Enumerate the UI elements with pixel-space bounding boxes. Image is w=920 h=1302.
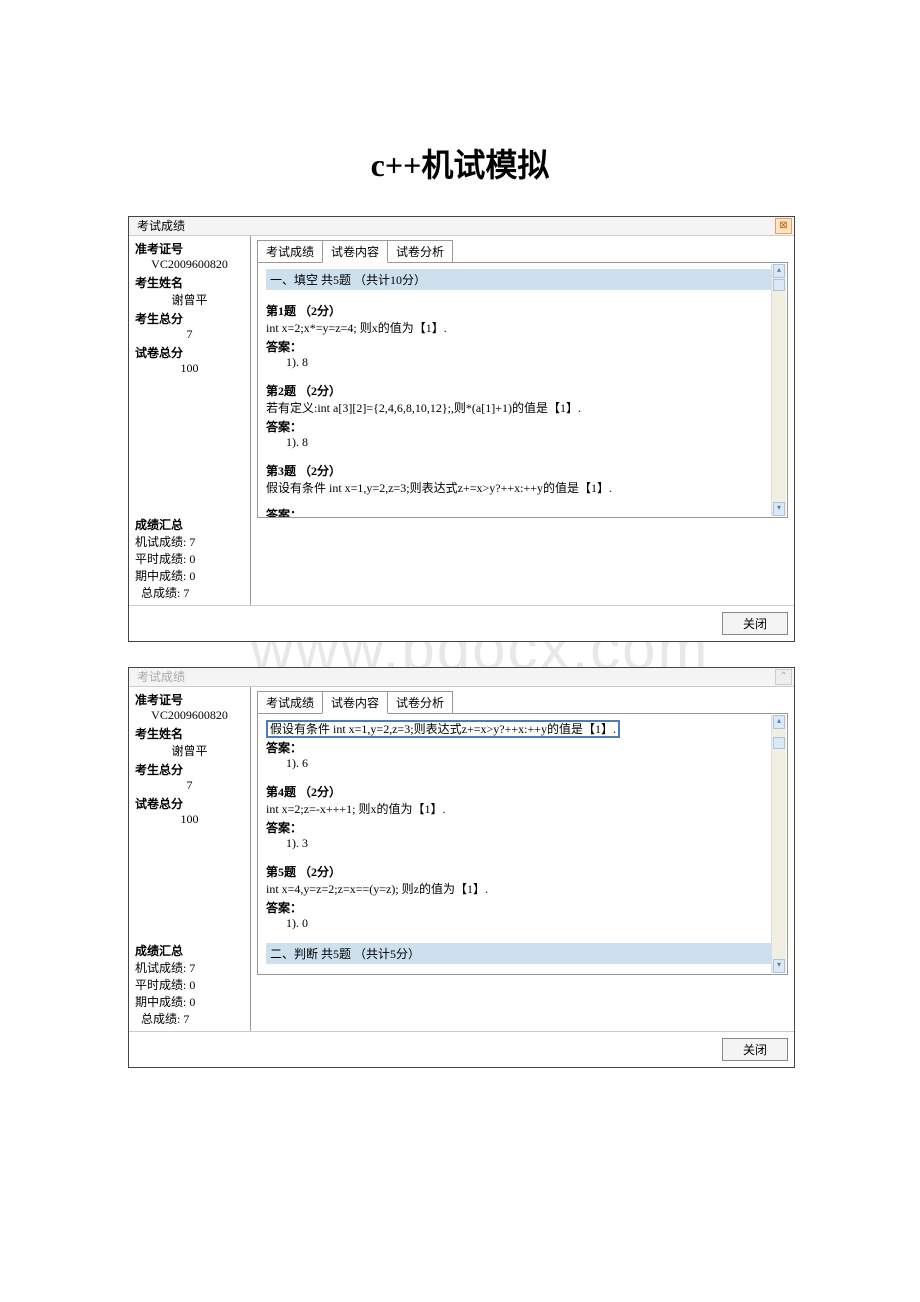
question-body: int x=4,y=z=2;z=x==(y=z); 则z的值为【1】. (266, 880, 779, 897)
name-value: 谢曾平 (135, 291, 244, 308)
tab-score[interactable]: 考试成绩 (257, 691, 323, 714)
paper-score-label: 试卷总分 (135, 344, 244, 361)
question-body: int x=2;x*=y=z=4; 则x的值为【1】. (266, 319, 779, 336)
student-score-label: 考生总分 (135, 761, 244, 778)
scrollbar[interactable]: ▴ ▾ (771, 264, 786, 516)
question-4: 第4题 （2分） int x=2;z=-x+++1; 则x的值为【1】. 答案：… (266, 783, 779, 851)
question-title: 第5题 （2分） (266, 863, 779, 880)
tab-analysis[interactable]: 试卷分析 (387, 691, 453, 714)
tab-analysis[interactable]: 试卷分析 (387, 240, 453, 263)
content-panel: 一、填空 共5题 （共计10分） 第1题 （2分） int x=2;x*=y=z… (257, 262, 788, 518)
section-header: 一、填空 共5题 （共计10分） (266, 269, 779, 290)
content-panel: 假设有条件 int x=1,y=2,z=3;则表达式z+=x>y?++x:++y… (257, 713, 788, 975)
scroll-thumb[interactable] (773, 279, 785, 291)
student-score-value: 7 (135, 778, 244, 793)
summary-line: 平时成绩: 0 (135, 550, 244, 567)
answer-label: 答案： (266, 418, 779, 435)
question-title: 第2题 （2分） (266, 382, 779, 399)
tab-bar: 考试成绩 试卷内容 试卷分析 (257, 691, 788, 714)
scroll-thumb[interactable] (773, 737, 785, 749)
question-5: 第5题 （2分） int x=4,y=z=2;z=x==(y=z); 则z的值为… (266, 863, 779, 931)
summary-line: 机试成绩: 7 (135, 533, 244, 550)
answer-value: 1). 3 (286, 836, 779, 851)
question-3: 第3题 （2分） 假设有条件 int x=1,y=2,z=3;则表达式z+=x>… (266, 462, 779, 518)
question-title: 第3题 （2分） (266, 462, 779, 479)
paper-score-label: 试卷总分 (135, 795, 244, 812)
page-title: c++机试模拟 (0, 140, 920, 186)
scrollbar[interactable]: ▴ ▾ (771, 715, 786, 973)
student-score-value: 7 (135, 327, 244, 342)
scroll-down-icon[interactable]: ▾ (773, 959, 785, 973)
main-area: 考试成绩 试卷内容 试卷分析 假设有条件 int x=1,y=2,z=3;则表达… (251, 687, 794, 1031)
footer: 关闭 (129, 1031, 794, 1067)
answer-label: 答案： (266, 338, 779, 355)
summary-line: 平时成绩: 0 (135, 976, 244, 993)
scroll-up-icon[interactable]: ▴ (773, 264, 785, 278)
paper-score-value: 100 (135, 361, 244, 376)
window-title: 考试成绩 (137, 670, 185, 684)
question-body: 若有定义:int a[3][2]={2,4,6,8,10,12};,则*(a[1… (266, 399, 779, 416)
name-value: 谢曾平 (135, 742, 244, 759)
tab-bar: 考试成绩 试卷内容 试卷分析 (257, 240, 788, 263)
scroll-up-icon[interactable]: ▴ (773, 715, 785, 729)
titlebar: 考试成绩 ⊠ (129, 217, 794, 236)
close-button[interactable]: 关闭 (722, 612, 788, 635)
sidebar: 准考证号 VC2009600820 考生姓名 谢曾平 考生总分 7 试卷总分 1… (129, 687, 251, 1031)
summary-title: 成绩汇总 (135, 516, 244, 533)
close-button[interactable]: 关闭 (722, 1038, 788, 1061)
paper-score-value: 100 (135, 812, 244, 827)
name-label: 考生姓名 (135, 725, 244, 742)
summary-block: 成绩汇总 机试成绩: 7 平时成绩: 0 期中成绩: 0 总成绩: 7 (135, 942, 244, 1027)
tab-score[interactable]: 考试成绩 (257, 240, 323, 263)
exam-window-2: 考试成绩 ⌃ 准考证号 VC2009600820 考生姓名 谢曾平 考生总分 7… (128, 667, 795, 1068)
close-icon[interactable]: ⌃ (775, 669, 792, 685)
question-body: 假设有条件 int x=1,y=2,z=3;则表达式z+=x>y?++x:++y… (266, 479, 779, 496)
highlighted-line: 假设有条件 int x=1,y=2,z=3;则表达式z+=x>y?++x:++y… (266, 720, 779, 737)
summary-line: 总成绩: 7 (135, 584, 244, 601)
summary-line: 期中成绩: 0 (135, 567, 244, 584)
titlebar: 考试成绩 ⌃ (129, 668, 794, 687)
footer: 关闭 (129, 605, 794, 641)
id-label: 准考证号 (135, 691, 244, 708)
question-title: 第4题 （2分） (266, 783, 779, 800)
exam-window-1: 考试成绩 ⊠ 准考证号 VC2009600820 考生姓名 谢曾平 考生总分 7… (128, 216, 795, 642)
tab-content[interactable]: 试卷内容 (322, 240, 388, 263)
answer-value: 1). 6 (286, 756, 779, 771)
id-label: 准考证号 (135, 240, 244, 257)
sidebar: 准考证号 VC2009600820 考生姓名 谢曾平 考生总分 7 试卷总分 1… (129, 236, 251, 605)
summary-block: 成绩汇总 机试成绩: 7 平时成绩: 0 期中成绩: 0 总成绩: 7 (135, 516, 244, 601)
id-value: VC2009600820 (135, 257, 244, 272)
summary-line: 期中成绩: 0 (135, 993, 244, 1010)
section-header-2: 二、判断 共5题 （共计5分） (266, 943, 779, 964)
answer-label: 答案： (266, 899, 779, 916)
summary-line: 总成绩: 7 (135, 1010, 244, 1027)
tab-content[interactable]: 试卷内容 (322, 691, 388, 714)
main-area: 考试成绩 试卷内容 试卷分析 一、填空 共5题 （共计10分） 第1题 （2分）… (251, 236, 794, 605)
answer-value: 1). 8 (286, 435, 779, 450)
answer-value: 1). 8 (286, 355, 779, 370)
id-value: VC2009600820 (135, 708, 244, 723)
window-title: 考试成绩 (137, 219, 185, 233)
name-label: 考生姓名 (135, 274, 244, 291)
answer-label-cut: 答案： (266, 506, 779, 518)
close-icon[interactable]: ⊠ (775, 218, 792, 234)
scroll-down-icon[interactable]: ▾ (773, 502, 785, 516)
answer-value: 1). 0 (286, 916, 779, 931)
summary-title: 成绩汇总 (135, 942, 244, 959)
question-2: 第2题 （2分） 若有定义:int a[3][2]={2,4,6,8,10,12… (266, 382, 779, 450)
question-title: 第1题 （2分） (266, 302, 779, 319)
answer-label: 答案： (266, 819, 779, 836)
student-score-label: 考生总分 (135, 310, 244, 327)
answer-label: 答案： (266, 739, 779, 756)
question-body: int x=2;z=-x+++1; 则x的值为【1】. (266, 800, 779, 817)
summary-line: 机试成绩: 7 (135, 959, 244, 976)
question-1: 第1题 （2分） int x=2;x*=y=z=4; 则x的值为【1】. 答案：… (266, 302, 779, 370)
